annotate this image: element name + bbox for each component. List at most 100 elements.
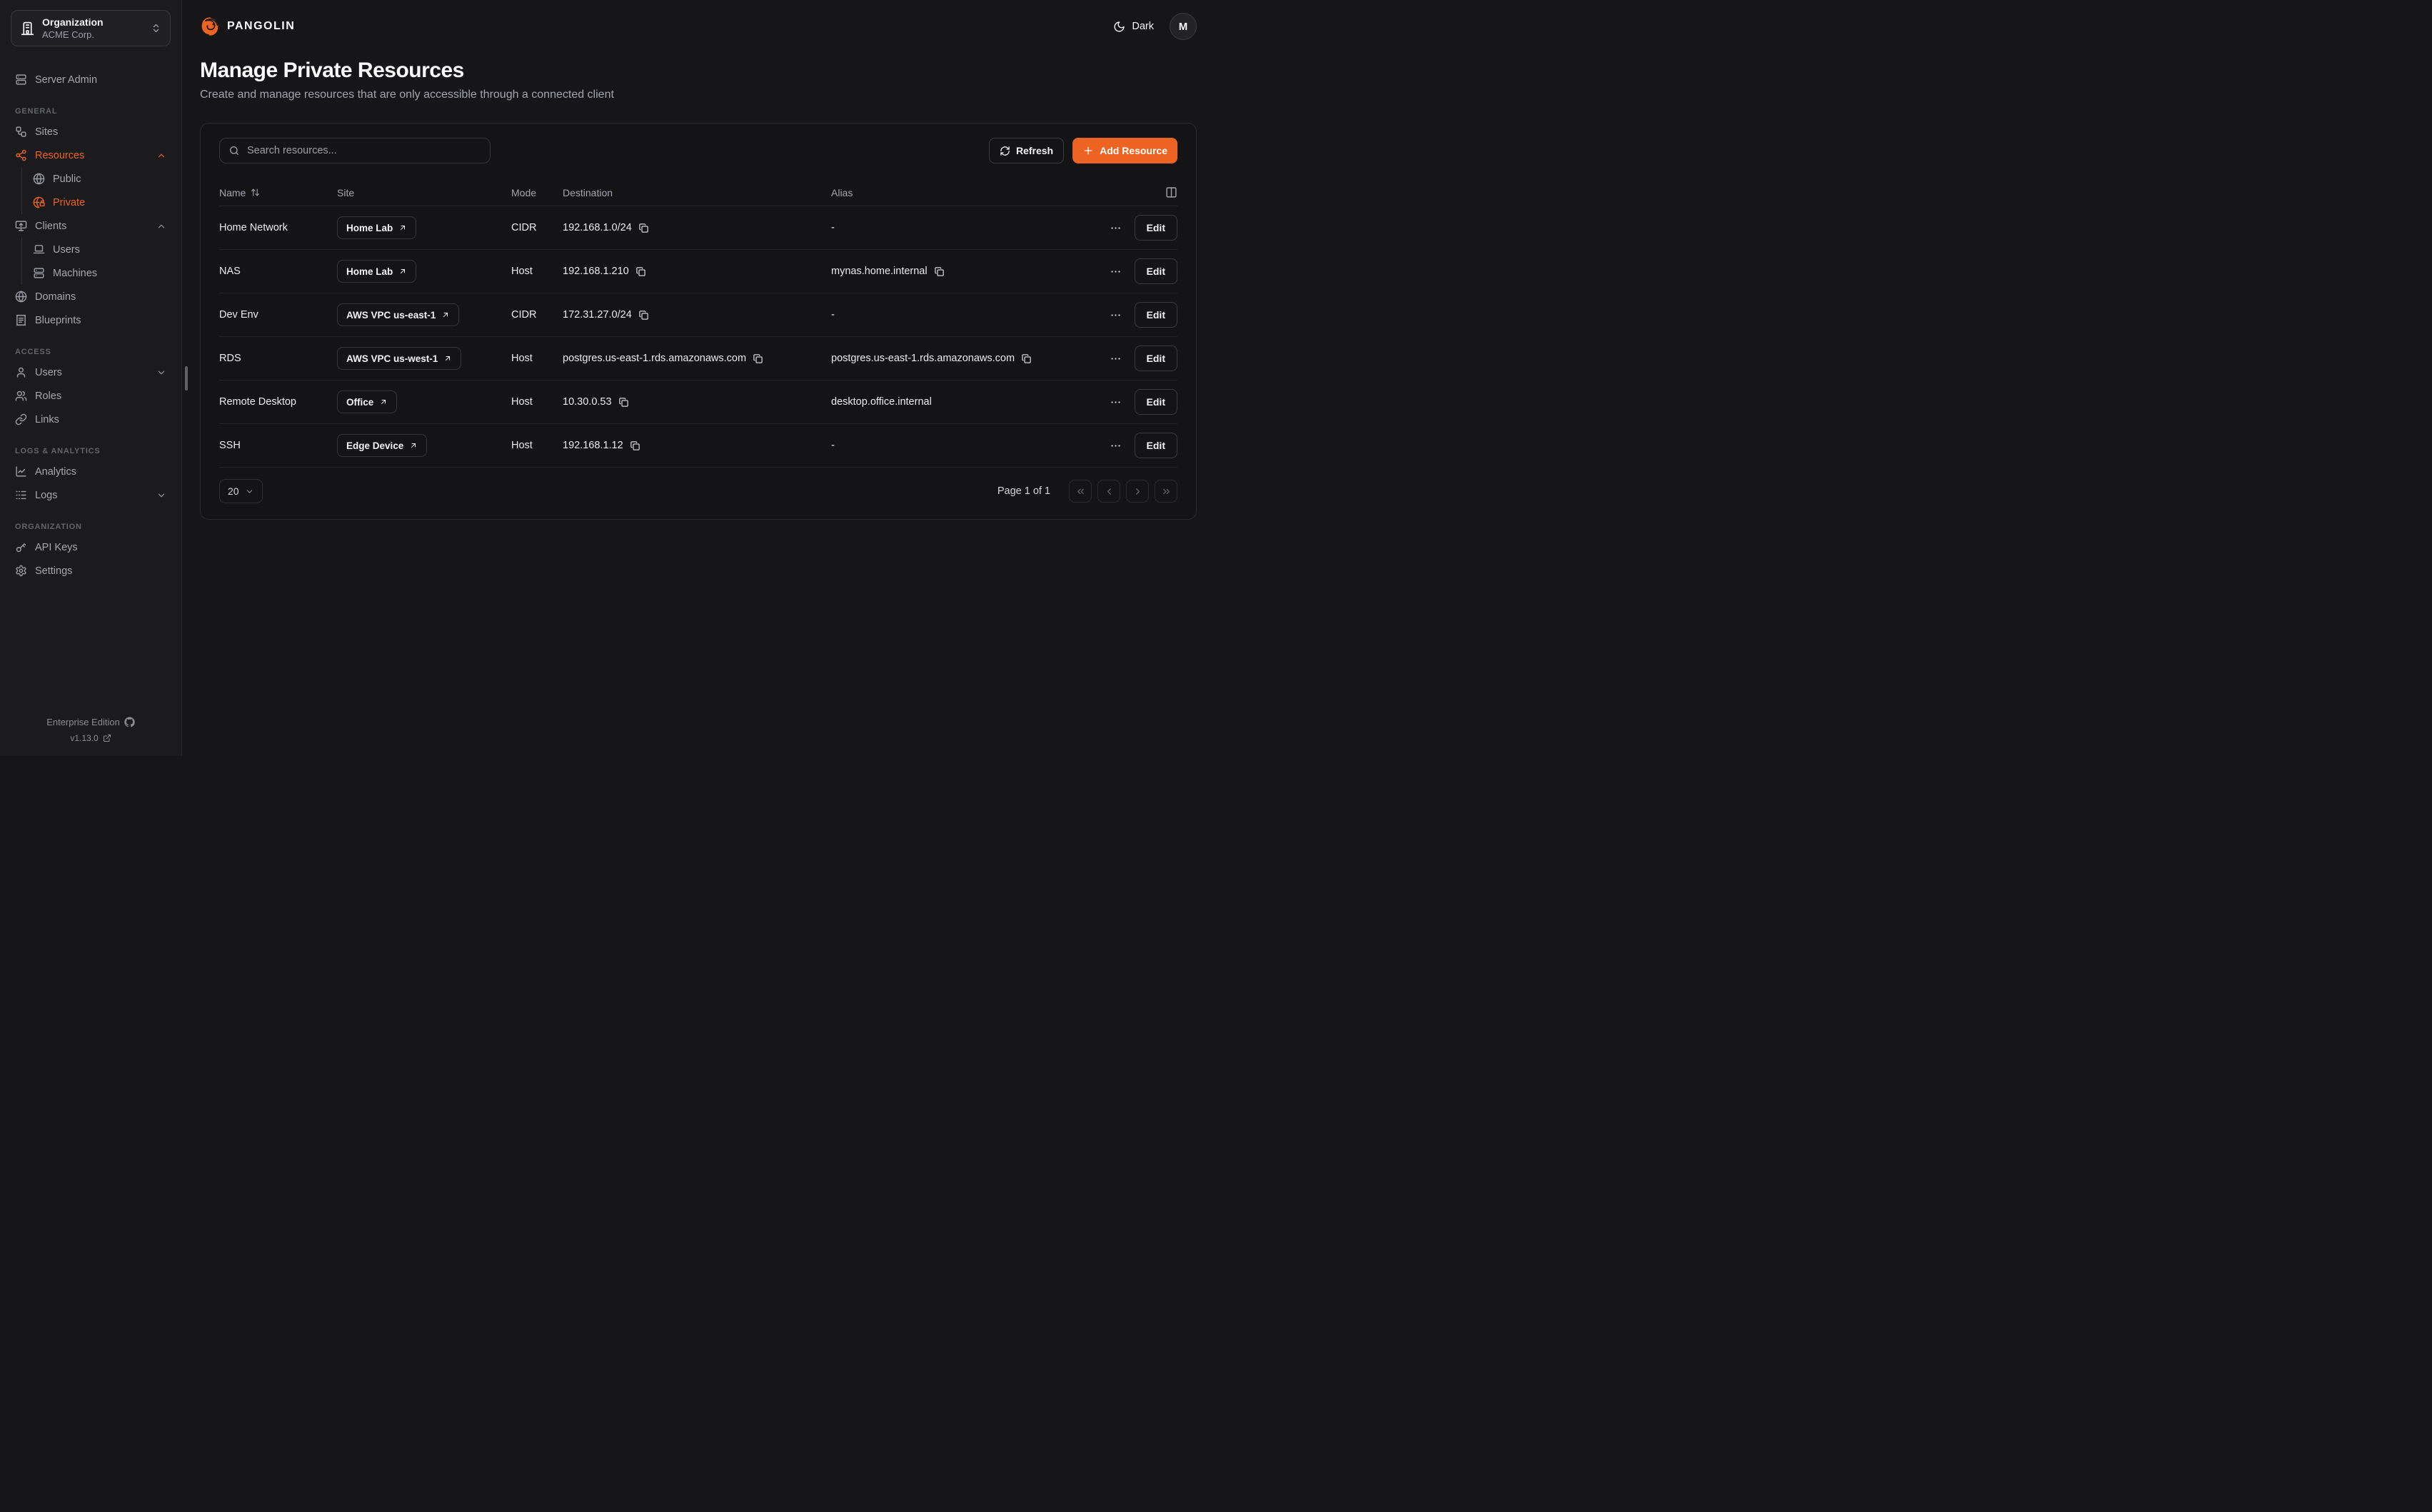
edit-button[interactable]: Edit xyxy=(1135,258,1177,284)
resource-alias: postgres.us-east-1.rds.amazonaws.com xyxy=(831,353,1015,364)
site-chip[interactable]: Home Lab xyxy=(337,260,416,283)
resource-alias: - xyxy=(831,440,1085,451)
copy-destination-button[interactable] xyxy=(635,266,646,277)
brand[interactable]: PANGOLIN xyxy=(200,16,295,36)
sidebar-item-private[interactable]: Private xyxy=(29,191,171,214)
sidebar-item-client-users[interactable]: Users xyxy=(29,238,171,261)
copy-destination-button[interactable] xyxy=(638,310,649,321)
page-subtitle: Create and manage resources that are onl… xyxy=(200,89,1197,101)
first-page-button[interactable] xyxy=(1069,480,1092,503)
copy-destination-button[interactable] xyxy=(630,440,640,451)
resource-name: SSH xyxy=(219,440,337,451)
edit-button[interactable]: Edit xyxy=(1135,215,1177,241)
previous-page-button[interactable] xyxy=(1097,480,1120,503)
theme-toggle[interactable]: Dark xyxy=(1113,21,1154,33)
sidebar-item-blueprints[interactable]: Blueprints xyxy=(11,308,171,332)
sidebar-item-settings[interactable]: Settings xyxy=(11,559,171,583)
resource-name: Home Network xyxy=(219,222,337,233)
refresh-button[interactable]: Refresh xyxy=(989,138,1064,163)
sidebar-item-clients[interactable]: Clients xyxy=(11,214,171,238)
row-menu-button[interactable] xyxy=(1110,309,1122,321)
sidebar-item-resources[interactable]: Resources xyxy=(11,143,171,167)
table-row: Home Network Home Lab CIDR 192.168.1.0/2… xyxy=(219,206,1177,250)
columns-toggle-icon[interactable] xyxy=(1165,186,1177,198)
chevrons-up-down-icon xyxy=(151,23,161,34)
topbar: PANGOLIN Dark M xyxy=(183,0,1216,40)
building-icon xyxy=(20,21,35,36)
edit-button[interactable]: Edit xyxy=(1135,433,1177,458)
chevron-down-icon xyxy=(156,490,166,500)
site-chip-label: Office xyxy=(346,397,373,408)
sidebar-item-label: Private xyxy=(53,197,166,208)
ellipsis-icon xyxy=(1110,353,1122,365)
site-chip[interactable]: Office xyxy=(337,390,397,413)
chevrons-right-icon xyxy=(1161,486,1172,497)
page-title: Manage Private Resources xyxy=(200,59,1197,83)
table-row: Remote Desktop Office Host 10.30.0.53 de… xyxy=(219,380,1177,424)
edit-button[interactable]: Edit xyxy=(1135,346,1177,371)
site-chip[interactable]: Home Lab xyxy=(337,216,416,239)
page-size-select[interactable]: 20 xyxy=(219,479,263,503)
external-link-icon[interactable] xyxy=(103,734,111,742)
avatar[interactable]: M xyxy=(1170,13,1197,40)
refresh-icon xyxy=(1000,146,1010,156)
resource-destination: 192.168.1.0/24 xyxy=(563,222,632,233)
column-label: Alias xyxy=(831,187,853,198)
sidebar-item-logs[interactable]: Logs xyxy=(11,483,171,507)
sidebar-item-analytics[interactable]: Analytics xyxy=(11,460,171,483)
sidebar-item-server-admin[interactable]: Server Admin xyxy=(11,68,171,91)
resource-alias: desktop.office.internal xyxy=(831,396,1085,408)
edit-button[interactable]: Edit xyxy=(1135,302,1177,328)
last-page-button[interactable] xyxy=(1155,480,1177,503)
sidebar-item-label: Machines xyxy=(53,268,166,279)
toolbar: Refresh Add Resource xyxy=(219,138,1177,163)
chevron-up-icon xyxy=(156,151,166,161)
resource-alias: - xyxy=(831,309,1085,321)
sidebar-item-domains[interactable]: Domains xyxy=(11,285,171,308)
row-menu-button[interactable] xyxy=(1110,396,1122,408)
resource-name: NAS xyxy=(219,266,337,277)
sidebar-item-label: Public xyxy=(53,173,166,185)
copy-alias-button[interactable] xyxy=(934,266,945,277)
sidebar-item-public[interactable]: Public xyxy=(29,167,171,191)
row-menu-button[interactable] xyxy=(1110,266,1122,278)
page-head: Manage Private Resources Create and mana… xyxy=(183,40,1216,101)
server-icon xyxy=(15,74,27,86)
site-chip[interactable]: Edge Device xyxy=(337,434,427,457)
column-header-name[interactable]: Name xyxy=(219,187,337,198)
site-chip[interactable]: AWS VPC us-west-1 xyxy=(337,347,461,370)
site-chip[interactable]: AWS VPC us-east-1 xyxy=(337,303,459,326)
edit-button[interactable]: Edit xyxy=(1135,389,1177,415)
row-menu-button[interactable] xyxy=(1110,440,1122,452)
copy-destination-button[interactable] xyxy=(753,353,763,364)
github-icon[interactable] xyxy=(124,717,135,727)
org-switcher[interactable]: Organization ACME Corp. xyxy=(11,10,171,46)
sidebar-item-links[interactable]: Links xyxy=(11,408,171,431)
add-resource-button[interactable]: Add Resource xyxy=(1072,138,1177,163)
copy-destination-button[interactable] xyxy=(638,223,649,233)
sidebar-item-label: Server Admin xyxy=(35,74,166,86)
sidebar-item-users[interactable]: Users xyxy=(11,361,171,384)
next-page-button[interactable] xyxy=(1126,480,1149,503)
copy-alias-button[interactable] xyxy=(1021,353,1032,364)
sidebar-item-api-keys[interactable]: API Keys xyxy=(11,535,171,559)
site-chip-label: Edge Device xyxy=(346,440,403,451)
copy-icon xyxy=(638,223,649,233)
sidebar-item-sites[interactable]: Sites xyxy=(11,120,171,143)
resource-destination: 172.31.27.0/24 xyxy=(563,309,632,321)
sidebar-item-machines[interactable]: Machines xyxy=(29,261,171,285)
theme-label: Dark xyxy=(1132,21,1154,32)
copy-destination-button[interactable] xyxy=(618,397,629,408)
sidebar-item-roles[interactable]: Roles xyxy=(11,384,171,408)
arrow-up-right-icon xyxy=(443,354,452,363)
row-menu-button[interactable] xyxy=(1110,222,1122,234)
org-texts: Organization ACME Corp. xyxy=(42,16,144,40)
brand-name: PANGOLIN xyxy=(227,20,295,33)
main-content: PANGOLIN Dark M Manage Private Resources… xyxy=(183,0,1216,756)
column-header-alias: Alias xyxy=(831,187,1085,198)
chevron-left-icon xyxy=(1104,486,1115,497)
users-icon xyxy=(15,390,27,402)
page-status: Page 1 of 1 xyxy=(998,485,1050,497)
search-input[interactable] xyxy=(247,145,481,156)
row-menu-button[interactable] xyxy=(1110,353,1122,365)
